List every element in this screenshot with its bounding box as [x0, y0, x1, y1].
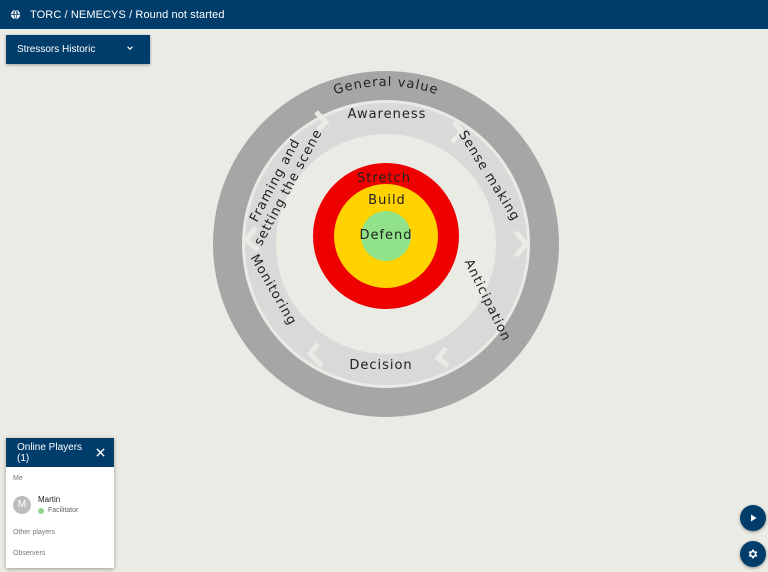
resilience-wheel: General value Awareness Sense making Ant…	[213, 71, 559, 417]
player-name: Martin	[38, 495, 61, 504]
observers-label: Observers	[13, 550, 46, 557]
close-icon[interactable]	[96, 448, 105, 457]
zone-defend-label: Defend	[359, 228, 412, 243]
zone-stretch-label: Stretch	[357, 171, 411, 186]
online-players-title: Online Players (1)	[17, 441, 83, 464]
settings-button[interactable]	[740, 541, 766, 567]
play-icon	[751, 514, 757, 522]
online-status-icon	[38, 507, 44, 514]
segment-awareness: Awareness	[348, 107, 427, 122]
player-role: Facilitator	[38, 507, 78, 514]
zone-build-label: Build	[368, 193, 406, 208]
other-players-label: Other players	[13, 529, 56, 536]
player-role-label: Facilitator	[48, 507, 79, 514]
me-section-label: Me	[13, 475, 23, 482]
play-button[interactable]	[740, 505, 766, 531]
avatar: M	[13, 495, 31, 514]
gear-icon	[748, 549, 758, 559]
player-row[interactable]: M Martin Facilitator	[13, 495, 78, 514]
online-players-panel: Online Players (1) Me M Martin Facilitat…	[6, 438, 114, 568]
segment-decision: Decision	[349, 358, 412, 373]
online-players-header: Online Players (1)	[6, 438, 114, 467]
